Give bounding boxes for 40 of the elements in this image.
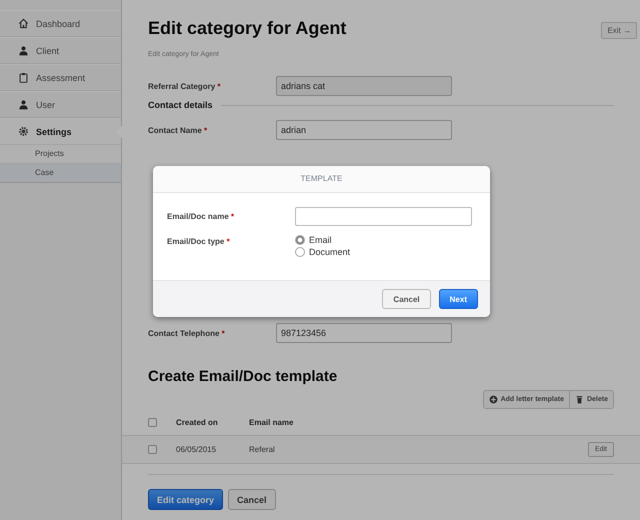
- input-field[interactable]: [295, 207, 472, 226]
- field-label: Contact Telephone *: [148, 328, 226, 338]
- settings-icon: [18, 126, 29, 137]
- plus-icon: [488, 395, 498, 404]
- field-label: Email/Doc type *: [167, 237, 231, 246]
- next-button[interactable]: Next: [438, 289, 478, 309]
- radio-button[interactable]: [295, 235, 305, 245]
- person-icon: [18, 45, 29, 56]
- cancel-button[interactable]: Cancel: [382, 289, 431, 309]
- column-header: Created on: [176, 418, 219, 426]
- input-field[interactable]: adrian: [276, 120, 452, 140]
- cancel-button[interactable]: Cancel: [228, 489, 276, 510]
- field-label: Email/Doc name *: [167, 212, 236, 221]
- table-cell-text: 06/05/2015: [176, 445, 218, 454]
- section-title: Create Email/Doc template: [148, 368, 338, 385]
- option-label: Document: [309, 247, 350, 257]
- nav-item[interactable]: Settings: [0, 118, 121, 144]
- clipboard-icon: [18, 72, 29, 83]
- nav-item[interactable]: Assessment: [0, 64, 121, 91]
- person-icon: [18, 99, 29, 110]
- exit-button[interactable]: Exit →: [601, 22, 637, 39]
- sub-nav-item[interactable]: Projects: [0, 144, 121, 163]
- field-label: Contact Name *: [148, 126, 208, 134]
- checkbox[interactable]: [148, 445, 157, 454]
- sub-nav-item[interactable]: Case: [0, 163, 121, 183]
- field-label: Referral Category *: [148, 82, 222, 90]
- input-field[interactable]: 987123456: [276, 323, 452, 343]
- nav-item[interactable]: Client: [0, 37, 121, 64]
- checkbox[interactable]: [148, 418, 157, 426]
- nav-item[interactable]: Dashboard: [0, 10, 121, 37]
- section-heading: Contact details: [148, 100, 213, 110]
- edit-category-button[interactable]: Edit category: [148, 489, 224, 510]
- page-title: Edit category for Agent: [148, 18, 346, 39]
- radio-button[interactable]: [295, 247, 305, 257]
- option-label: Email: [309, 235, 332, 245]
- house-icon: [18, 18, 29, 29]
- column-header: Email name: [249, 418, 294, 426]
- table-cell-text: Referal: [249, 445, 276, 454]
- trash-icon: [574, 395, 584, 404]
- dialog-title: TEMPLATE: [153, 166, 490, 193]
